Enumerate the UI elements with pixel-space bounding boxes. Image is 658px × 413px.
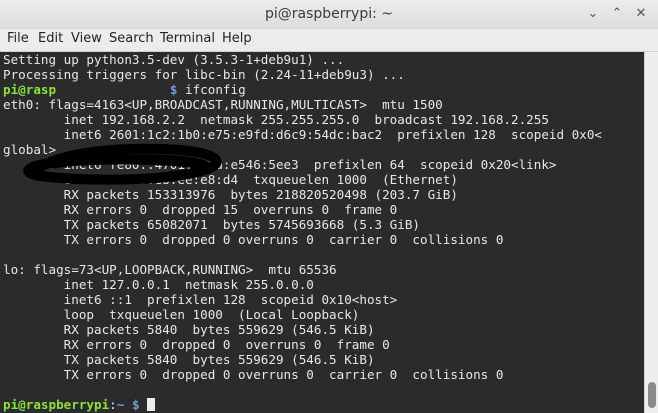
terminal-line: TX errors 0 dropped 0 overruns 0 carrier… — [3, 232, 504, 247]
terminal-line: Processing triggers for libc-bin (2.24-1… — [3, 67, 405, 82]
minimize-icon[interactable]: ⌄ — [586, 7, 600, 21]
terminal-output[interactable]: Setting up python3.5-dev (3.5.3-1+deb9u1… — [0, 52, 644, 413]
window-title: pi@raspberrypi: ~ — [264, 6, 394, 22]
terminal-line: RX packets 5840 bytes 559629 (546.5 KiB) — [3, 322, 375, 337]
shell-prompt: pi@raspberrypi:~ $ — [3, 397, 156, 412]
terminal-line: loop txqueuelen 1000 (Local Loopback) — [3, 307, 360, 322]
maximize-icon[interactable]: ⌃ — [610, 7, 624, 21]
menu-terminal[interactable]: Terminal — [160, 31, 215, 46]
menu-view[interactable]: View — [71, 31, 102, 46]
terminal-line: lo: flags=73<UP,LOOPBACK,RUNNING> mtu 65… — [3, 262, 337, 277]
terminal-window: pi@raspberrypi: ~ ⌄ ⌃ ✕ File Edit View S… — [0, 0, 658, 413]
terminal-line: TX packets 5840 bytes 559629 (546.5 KiB) — [3, 352, 375, 367]
terminal-line: TX packets 65082071 bytes 5745693668 (5.… — [3, 217, 421, 232]
terminal-line: inet6 ::1 prefixlen 128 scopeid 0x10<hos… — [3, 292, 398, 307]
menu-search[interactable]: Search — [109, 31, 154, 46]
command-prompt: pi@rasp $ ifconfig — [3, 82, 246, 97]
vertical-scrollbar[interactable] — [644, 52, 658, 413]
menu-bar: File Edit View Search Terminal Help — [0, 29, 658, 52]
close-icon[interactable]: ✕ — [634, 7, 648, 21]
redaction-scribble — [23, 143, 222, 185]
scrollbar-thumb[interactable] — [648, 382, 656, 408]
terminal-line: Setting up python3.5-dev (3.5.3-1+deb9u1… — [3, 52, 345, 67]
terminal-line: RX errors 0 dropped 0 overruns 0 frame 0 — [3, 337, 390, 352]
terminal-line: inet 192.168.2.2 netmask 255.255.255.0 b… — [3, 112, 549, 127]
title-bar[interactable]: pi@raspberrypi: ~ ⌄ ⌃ ✕ — [0, 0, 658, 30]
menu-help[interactable]: Help — [222, 31, 252, 46]
terminal-line: eth0: flags=4163<UP,BROADCAST,RUNNING,MU… — [3, 97, 443, 112]
text-cursor — [147, 398, 156, 411]
terminal-line: RX errors 0 dropped 15 overruns 0 frame … — [3, 202, 398, 217]
menu-edit[interactable]: Edit — [38, 31, 63, 46]
menu-file[interactable]: File — [7, 31, 29, 46]
terminal-line: inet 127.0.0.1 netmask 255.0.0.0 — [3, 277, 314, 292]
terminal-line: TX errors 0 dropped 0 overruns 0 carrier… — [3, 367, 504, 382]
